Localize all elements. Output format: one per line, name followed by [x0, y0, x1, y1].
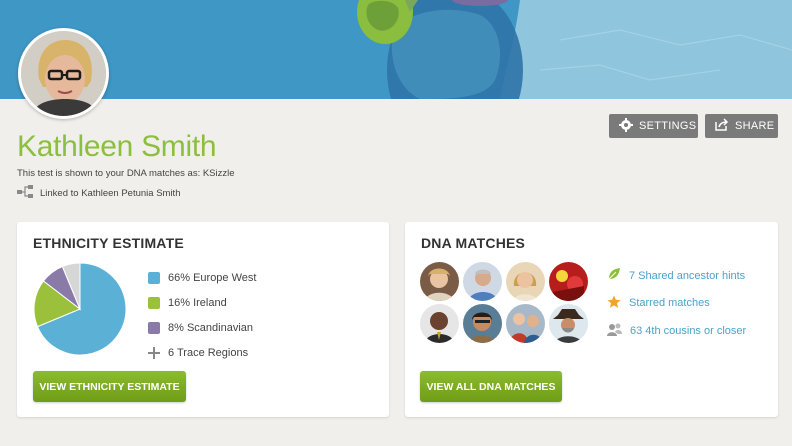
match-avatar[interactable] — [506, 304, 545, 343]
profile-visibility-note: This test is shown to your DNA matches a… — [17, 168, 235, 179]
people-icon — [607, 323, 622, 339]
ethnicity-pie-chart[interactable] — [33, 262, 127, 356]
fourth-cousins-link[interactable]: 63 4th cousins or closer — [607, 317, 746, 345]
plus-icon — [148, 346, 160, 359]
view-all-dna-matches-button[interactable]: VIEW ALL DNA MATCHES — [420, 371, 562, 402]
share-button[interactable]: SHARE — [705, 114, 778, 138]
legend-label: 16% Ireland — [168, 296, 227, 309]
settings-button[interactable]: SETTINGS — [609, 114, 698, 138]
swatch-scandinavian — [148, 321, 160, 334]
ethnicity-legend: 66% Europe West 16% Ireland 8% Scandinav… — [148, 265, 256, 365]
dna-link-label: 63 4th cousins or closer — [630, 324, 747, 337]
match-avatar[interactable] — [549, 304, 588, 343]
match-avatar[interactable] — [549, 262, 588, 301]
legend-item-scandinavian[interactable]: 8% Scandinavian — [148, 315, 256, 340]
legend-item-ireland[interactable]: 16% Ireland — [148, 290, 256, 315]
legend-label: 8% Scandinavian — [168, 321, 254, 334]
legend-item-trace-regions[interactable]: 6 Trace Regions — [148, 340, 256, 365]
dna-link-label: Starred matches — [629, 297, 710, 310]
avatar-photo — [21, 31, 106, 116]
dna-links: 7 Shared ancestor hints Starred matches … — [607, 262, 746, 345]
ethnicity-card: ETHNICITY ESTIMATE 66% Europe West 16% I… — [17, 222, 389, 417]
shared-ancestor-hints-link[interactable]: 7 Shared ancestor hints — [607, 262, 746, 290]
profile-avatar[interactable] — [18, 28, 109, 119]
linked-tree-row[interactable]: Linked to Kathleen Petunia Smith — [17, 185, 180, 201]
dna-matches-title: DNA MATCHES — [421, 235, 526, 251]
settings-label: SETTINGS — [639, 120, 697, 132]
match-avatar[interactable] — [420, 304, 459, 343]
match-avatars — [420, 262, 588, 343]
dna-link-label: 7 Shared ancestor hints — [629, 269, 746, 282]
swatch-ireland — [148, 296, 160, 309]
legend-label: 66% Europe West — [168, 271, 257, 284]
profile-name: Kathleen Smith — [17, 130, 217, 163]
gear-icon — [619, 117, 633, 135]
tree-icon — [17, 185, 34, 201]
match-avatar[interactable] — [506, 262, 545, 301]
share-label: SHARE — [735, 120, 775, 132]
match-avatar[interactable] — [420, 262, 459, 301]
legend-label: 6 Trace Regions — [168, 346, 249, 359]
dna-matches-card: DNA MATCHES 7 Shared ancestor hints Star… — [405, 222, 778, 417]
swatch-europe-west — [148, 271, 160, 284]
ethnicity-title: ETHNICITY ESTIMATE — [33, 235, 184, 251]
linked-tree-label: Linked to Kathleen Petunia Smith — [40, 187, 181, 199]
match-avatar[interactable] — [463, 262, 502, 301]
legend-item-europe-west[interactable]: 66% Europe West — [148, 265, 256, 290]
view-ethnicity-button[interactable]: VIEW ETHNICITY ESTIMATE — [33, 371, 186, 402]
share-icon — [715, 118, 729, 134]
map-banner — [0, 0, 792, 99]
leaf-icon — [607, 267, 621, 284]
match-avatar[interactable] — [463, 304, 502, 343]
starred-matches-link[interactable]: Starred matches — [607, 290, 746, 318]
star-icon — [607, 295, 621, 312]
